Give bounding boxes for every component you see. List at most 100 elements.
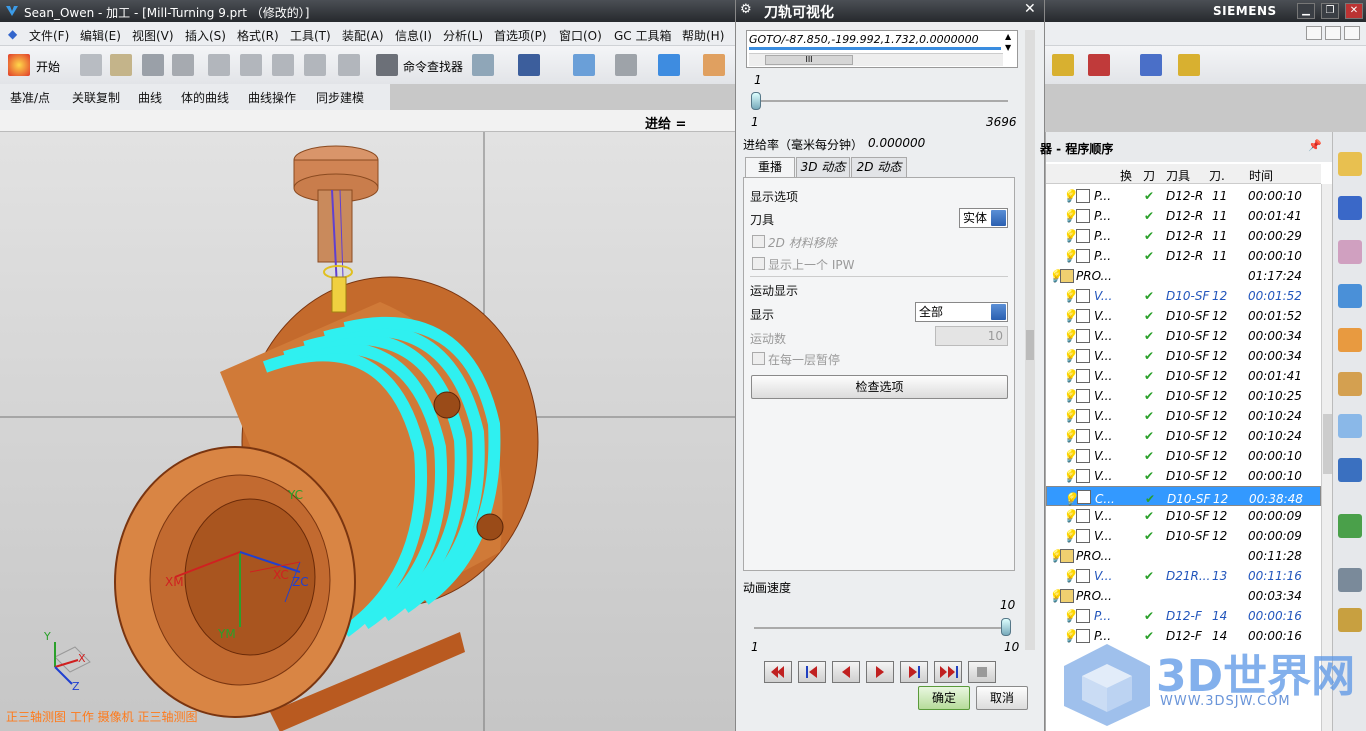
pin-icon[interactable]: 📌 — [1308, 139, 1322, 152]
analysis-icon[interactable] — [1052, 54, 1074, 76]
sync-modeling-menu[interactable]: 同步建模 — [316, 89, 364, 106]
menu-view[interactable]: 视图(V) — [132, 27, 174, 44]
start-icon[interactable] — [8, 54, 30, 76]
menu-preferences[interactable]: 首选项(P) — [494, 27, 547, 44]
command-finder-label[interactable]: 命令查找器 — [403, 58, 463, 75]
tab-replay[interactable]: 重播 — [745, 157, 795, 178]
history-icon[interactable] — [1338, 414, 1362, 438]
col-tool[interactable]: 刀具 — [1166, 167, 1190, 184]
datum-point-menu[interactable]: 基准/点 — [10, 89, 50, 106]
cancel-button[interactable]: 取消 — [976, 686, 1028, 710]
operation-nav-icon[interactable] — [1338, 284, 1362, 308]
step-forward-icon[interactable] — [900, 661, 928, 683]
menu-tools[interactable]: 工具(T) — [290, 27, 331, 44]
table-row[interactable]: 💡 V... ✔ D10-SF 12 00:00:10 — [1046, 466, 1321, 486]
curve-ops-menu[interactable]: 曲线操作 — [248, 89, 296, 106]
table-row[interactable]: 💡 V... ✔ D10-SF 12 00:00:09 — [1046, 526, 1321, 546]
listing-up-arrow-icon[interactable]: ▲ — [1005, 32, 1011, 41]
speed-slider-track[interactable] — [754, 627, 1008, 629]
open-folder-icon[interactable] — [110, 54, 132, 76]
step-slider-thumb[interactable] — [751, 92, 761, 110]
play-icon[interactable] — [866, 661, 894, 683]
menu-format[interactable]: 格式(R) — [237, 27, 279, 44]
menu-analysis[interactable]: 分析(L) — [443, 27, 483, 44]
vector-icon[interactable] — [1088, 54, 1110, 76]
show-prev-ipw-checkbox[interactable] — [752, 257, 765, 270]
dialog-close-icon[interactable]: ✕ — [1024, 1, 1036, 17]
listing-h-scrollbar[interactable]: III — [749, 53, 1003, 66]
manufacturing-icon[interactable] — [472, 54, 494, 76]
table-row[interactable]: 💡 P... ✔ D12-F 14 00:00:16 — [1046, 606, 1321, 626]
doc-minimize-button[interactable] — [1306, 26, 1322, 40]
listing-down-arrow-icon[interactable]: ▼ — [1005, 43, 1011, 52]
rewind-start-icon[interactable] — [764, 661, 792, 683]
table-row[interactable]: 💡 P... ✔ D12-R 11 00:00:29 — [1046, 226, 1321, 246]
table-row[interactable]: 💡 V... ✔ D10-SF 12 00:00:10 — [1046, 446, 1321, 466]
menu-window[interactable]: 窗口(O) — [559, 27, 602, 44]
constraint-nav-icon[interactable] — [1338, 196, 1362, 220]
play-back-icon[interactable] — [832, 661, 860, 683]
toolpath-listing-box[interactable]: GOTO/-87.850,-199.992,1.732,0.0000000 ▲ … — [746, 30, 1018, 68]
table-row[interactable]: 💡 V... ✔ D10-SF 12 00:10:24 — [1046, 406, 1321, 426]
assembly-nav-icon[interactable] — [1338, 152, 1362, 176]
paste-icon[interactable] — [272, 54, 294, 76]
menu-assembly[interactable]: 装配(A) — [342, 27, 384, 44]
pause-each-layer-checkbox[interactable] — [752, 352, 765, 365]
col-time[interactable]: 时间 — [1249, 167, 1273, 184]
table-row[interactable]: 💡 V... ✔ D10-SF 12 00:00:34 — [1046, 346, 1321, 366]
shaded-cube-icon[interactable] — [658, 54, 680, 76]
table-row[interactable]: 💡 V... ✔ D10-SF 12 00:10:24 — [1046, 426, 1321, 446]
menu-file[interactable]: 文件(F) — [29, 27, 69, 44]
table-row[interactable]: 💡 P... ✔ D12-R 11 00:00:10 — [1046, 246, 1321, 266]
machine-tool-icon[interactable] — [1338, 328, 1362, 352]
axis-icon[interactable] — [1140, 54, 1162, 76]
print-icon[interactable] — [172, 54, 194, 76]
save-icon[interactable] — [142, 54, 164, 76]
doc-close-button[interactable] — [1344, 26, 1360, 40]
cut-icon[interactable] — [208, 54, 230, 76]
clock-icon[interactable] — [1338, 568, 1362, 592]
menu-insert[interactable]: 插入(S) — [185, 27, 226, 44]
table-row[interactable]: 💡 P... ✔ D12-R 11 00:01:41 — [1046, 206, 1321, 226]
step-slider-track[interactable] — [754, 100, 1008, 102]
speed-slider-thumb[interactable] — [1001, 618, 1011, 636]
step-back-icon[interactable] — [798, 661, 826, 683]
listing-scroll-thumb[interactable]: III — [765, 55, 853, 65]
col-tool-status[interactable]: 刀 — [1143, 167, 1155, 184]
check-options-button[interactable]: 检查选项 — [751, 375, 1008, 399]
menu-edit[interactable]: 编辑(E) — [80, 27, 121, 44]
table-row[interactable]: 💡 PRO... 00:03:34 — [1046, 586, 1321, 606]
curve-menu[interactable]: 曲线 — [138, 89, 162, 106]
fast-forward-icon[interactable] — [934, 661, 962, 683]
table-row[interactable]: 💡 V... ✔ D10-SF 12 00:01:52 — [1046, 306, 1321, 326]
web-browser-icon[interactable] — [1338, 458, 1362, 482]
minimize-button[interactable]: ▁ — [1297, 3, 1315, 19]
menu-help[interactable]: 帮助(H) — [682, 27, 724, 44]
close-button[interactable]: ✕ — [1345, 3, 1363, 19]
undo-icon[interactable] — [338, 54, 360, 76]
maximize-button[interactable]: ❐ — [1321, 3, 1339, 19]
doc-restore-button[interactable] — [1325, 26, 1341, 40]
tool-display-select[interactable]: 实体 — [959, 208, 1008, 228]
table-row[interactable]: 💡 V... ✔ D21R... 13 00:11:16 — [1046, 566, 1321, 586]
display-select[interactable]: 全部 — [915, 302, 1008, 322]
assoc-copy-menu[interactable]: 关联复制 — [72, 89, 120, 106]
new-file-icon[interactable] — [80, 54, 102, 76]
table-row[interactable]: 💡 C... ✔ D10-SF 12 00:38:48 — [1046, 486, 1321, 506]
table-row[interactable]: 💡 PRO... 01:17:24 — [1046, 266, 1321, 286]
table-row[interactable]: 💡 PRO... 00:11:28 — [1046, 546, 1321, 566]
dialog-scroll-thumb[interactable] — [1026, 330, 1034, 360]
render-style-icon[interactable] — [615, 54, 637, 76]
graphics-viewport[interactable]: XM YM XC ZC YC Y X Z 正三轴测图 工作 摄像机 正三轴测图 — [0, 132, 735, 731]
table-row[interactable]: 💡 V... ✔ D10-SF 12 00:01:52 — [1046, 286, 1321, 306]
part-nav-icon[interactable] — [1338, 240, 1362, 264]
tab-2d-dynamic[interactable]: 2D 动态 — [851, 157, 907, 178]
menu-gc-toolbox[interactable]: GC 工具箱 — [614, 27, 672, 44]
body-curve-menu[interactable]: 体的曲线 — [181, 89, 229, 106]
navigator-scroll-thumb[interactable] — [1323, 414, 1332, 474]
tab-3d-dynamic[interactable]: 3D 动态 — [796, 157, 850, 178]
table-row[interactable]: 💡 V... ✔ D10-SF 12 00:10:25 — [1046, 386, 1321, 406]
edge-display-icon[interactable] — [703, 54, 725, 76]
table-row[interactable]: 💡 V... ✔ D10-SF 12 00:00:34 — [1046, 326, 1321, 346]
ok-button[interactable]: 确定 — [918, 686, 970, 710]
